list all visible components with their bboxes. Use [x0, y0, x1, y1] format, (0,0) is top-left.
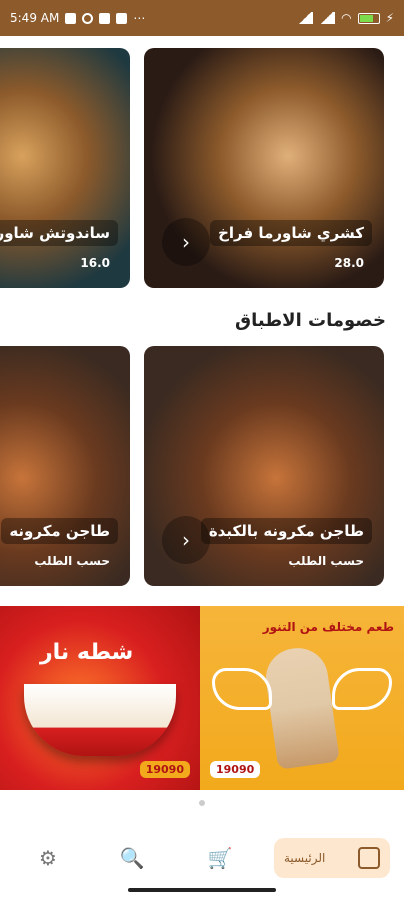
gesture-handle: [128, 888, 276, 892]
banner-left: شطه نار 19090: [0, 606, 200, 790]
product-price: 28.0: [334, 256, 364, 270]
status-time: 5:49 AM: [10, 11, 60, 25]
status-right: ◠ ⚡: [297, 11, 394, 25]
signal-icon: [297, 12, 314, 24]
product-card[interactable]: › كشري شاورما فراخ 28.0: [144, 48, 384, 288]
discounts-row[interactable]: › طاجن مكرونه بالكبدة حسب الطلب طاجن مكر…: [0, 346, 404, 586]
product-card[interactable]: › طاجن مكرونه بالكبدة حسب الطلب: [144, 346, 384, 586]
chevron-right-icon[interactable]: ›: [162, 218, 210, 266]
search-icon[interactable]: 🔍: [102, 836, 162, 880]
cart-icon[interactable]: 🛒: [190, 836, 250, 880]
banner-phone: 19090: [210, 761, 261, 778]
signal-icon: [319, 12, 336, 24]
home-tab[interactable]: الرئيسية: [274, 838, 390, 878]
notification-icon: [82, 12, 94, 24]
gear-icon[interactable]: ⚙: [18, 836, 78, 880]
banner-left-text: شطه نار: [40, 640, 134, 665]
product-card[interactable]: ساندوتش شاورما 16.0: [0, 48, 130, 288]
product-card[interactable]: طاجن مكرونه حسب الطلب: [0, 346, 130, 586]
notification-icon: [116, 12, 128, 24]
home-icon: [358, 847, 380, 869]
carousel-indicator: [199, 800, 205, 806]
wifi-icon: ◠: [341, 11, 352, 25]
banner-phone: 19090: [139, 761, 190, 778]
section-title-discounts: خصومات الاطباق: [235, 310, 386, 331]
product-image: [0, 48, 130, 288]
banner-right: طعم مختلف من التنور 19090: [200, 606, 404, 790]
featured-row[interactable]: › كشري شاورما فراخ 28.0 ساندوتش شاورما 1…: [0, 48, 404, 288]
product-title: طاجن مكرونه: [1, 518, 118, 544]
bottom-navigation: ⚙ 🔍 🛒 الرئيسية: [0, 820, 404, 900]
wing-right: [332, 668, 392, 710]
battery-icon: [357, 12, 380, 24]
promo-banner[interactable]: شطه نار 19090 طعم مختلف من التنور 19090: [0, 606, 404, 790]
banner-bowl-image: [24, 684, 176, 756]
notification-icon: [65, 12, 77, 24]
product-title: طاجن مكرونه بالكبدة: [200, 518, 372, 544]
product-title: ساندوتش شاورما: [0, 220, 118, 246]
wrap-image: [262, 644, 340, 770]
notification-icon: [99, 12, 111, 24]
status-bar: 5:49 AM ⋯ ◠ ⚡: [0, 0, 404, 36]
product-title: كشري شاورما فراخ: [210, 220, 372, 246]
banner-right-text: طعم مختلف من التنور: [262, 620, 394, 634]
charging-icon: ⚡: [385, 11, 394, 25]
status-left: 5:49 AM ⋯: [10, 11, 145, 25]
product-price: 16.0: [80, 256, 110, 270]
more-icon: ⋯: [133, 11, 146, 25]
home-label: الرئيسية: [284, 851, 326, 865]
product-image: [0, 346, 130, 586]
product-price: حسب الطلب: [288, 554, 364, 568]
wing-left: [212, 668, 272, 710]
product-price: حسب الطلب: [34, 554, 110, 568]
